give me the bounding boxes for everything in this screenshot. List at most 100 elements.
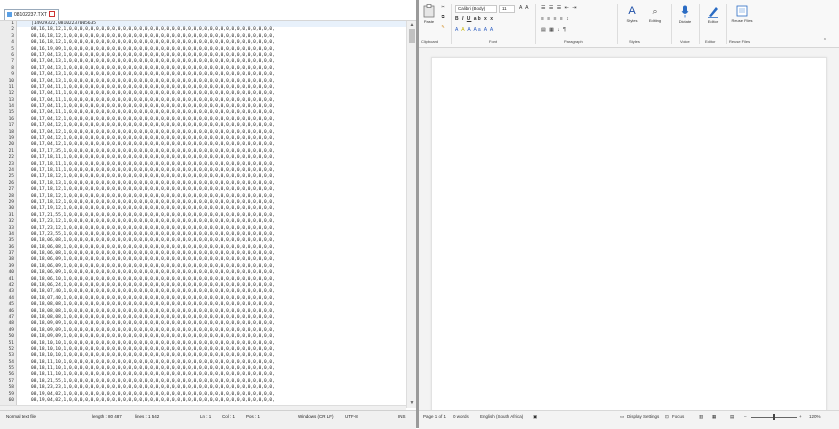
- scroll-up-icon[interactable]: ▲: [409, 22, 415, 28]
- voice-group-label: Voice: [680, 39, 690, 44]
- line-values: 1,0,0,0,0,0,0,0,0,0,0,0,0,0,0,0,0,0,0,0,…: [63, 314, 275, 320]
- editor-button[interactable]: Editor: [703, 5, 723, 24]
- focus-icon[interactable]: ⊡: [665, 411, 669, 423]
- line-timestamp: 08,18,09,09: [31, 321, 61, 327]
- line-timestamp: 08,17,18,12: [31, 193, 61, 199]
- editing-button[interactable]: ⌕ Editing: [645, 5, 665, 23]
- line-timestamp: 08,18,06,09: [31, 270, 61, 276]
- clipboard-group-label: Clipboard: [421, 39, 439, 44]
- microphone-icon: [681, 5, 689, 18]
- line-values: 1,0,0,0,0,0,0,0,0,0,0,0,0,0,0,0,0,0,0,0,…: [63, 206, 275, 212]
- line-timestamp: 08,17,18,11: [31, 167, 61, 173]
- line-number: 60: [8, 398, 14, 404]
- line-timestamp: 08,17,18,13: [31, 180, 61, 186]
- display-settings[interactable]: Display Settings: [627, 411, 659, 423]
- line-timestamp: 08,19,04,02: [31, 391, 61, 397]
- insert-mode: INS: [398, 414, 406, 419]
- line-values: 1,0,0,0,0,0,0,0,0,0,0,0,0,0,0,0,0,0,0,0,…: [63, 327, 275, 333]
- line-values: 1,0,0,0,0,0,0,0,0,0,0,0,0,0,0,0,0,0,0,0,…: [63, 116, 275, 122]
- line-timestamp: 08,18,07,40: [31, 289, 61, 295]
- line-values: 1,0,0,0,0,0,0,0,0,0,0,0,0,0,0,0,0,0,0,0,…: [63, 225, 275, 231]
- line-values: 1,0,0,0,0,0,0,0,0,0,0,0,0,0,0,0,0,0,0,0,…: [63, 46, 275, 52]
- align-buttons[interactable]: ≡ ≡ ≡ ≡ ↕: [541, 16, 570, 22]
- group-separator: [451, 4, 452, 44]
- line-timestamp: 08,18,06,08: [31, 244, 61, 250]
- font-name-box[interactable]: Calibri (Body): [455, 5, 497, 13]
- web-layout-icon[interactable]: ▤: [730, 411, 734, 423]
- group-separator: [617, 4, 618, 44]
- zoom-out-icon[interactable]: –: [744, 411, 747, 423]
- proofing-icon[interactable]: ▣: [533, 411, 537, 423]
- reuse-files-button[interactable]: Reuse Files: [730, 5, 754, 23]
- line-values: 1,0,0,0,0,0,0,0,0,0,0,0,0,0,0,0,0,0,0,0,…: [63, 199, 275, 205]
- copy-button[interactable]: ⧉: [439, 14, 447, 19]
- shading-border-buttons[interactable]: ▤ ▦ ↓ ¶: [541, 27, 567, 33]
- line-values: 1,0,0,0,0,0,0,0,0,0,0,0,0,0,0,0,0,0,0,0,…: [63, 123, 275, 129]
- word-count[interactable]: 0 words: [453, 411, 469, 423]
- font-color-row[interactable]: A A A Aa A A: [455, 27, 494, 33]
- text-editor-area[interactable]: |14929322,08102237005635 08,16,18,12,1,0,…: [17, 21, 406, 405]
- copy-icon: ⧉: [441, 14, 445, 19]
- page-count[interactable]: Page 1 of 1: [423, 411, 446, 423]
- line-timestamp: 08,18,10,10: [31, 353, 61, 359]
- close-tab-icon[interactable]: [49, 10, 56, 17]
- font-group-label: Font: [489, 39, 498, 44]
- line-values: 1,0,0,0,0,0,0,0,0,0,0,0,0,0,0,0,0,0,0,0,…: [63, 340, 275, 346]
- grow-shrink-font[interactable]: A A: [519, 5, 530, 11]
- line-values: 1,0,0,0,0,0,0,0,0,0,0,0,0,0,0,0,0,0,0,0,…: [63, 295, 275, 301]
- pos-readout: Pos : 1: [246, 414, 261, 419]
- zoom-slider-knob[interactable]: [773, 414, 775, 420]
- font-size-box[interactable]: 11: [499, 5, 515, 13]
- text-line[interactable]: 08,19,04,02,1,0,0,0,0,0,0,0,0,0,0,0,0,0,…: [17, 398, 406, 404]
- list-buttons[interactable]: ☰ ☰ ☰ ⇤ ⇥: [541, 5, 577, 11]
- line-values: 1,0,0,0,0,0,0,0,0,0,0,0,0,0,0,0,0,0,0,0,…: [63, 97, 275, 103]
- editor-label: Editor: [707, 19, 719, 24]
- line-timestamp: 08,17,18,12: [31, 174, 61, 180]
- word-status-bar: Page 1 of 1 0 words English (South Afric…: [419, 410, 839, 429]
- tab-bar: 08102237.TXT: [0, 0, 416, 21]
- line-timestamp: 08,17,04,11: [31, 91, 61, 97]
- line-timestamp: 08,16,19,09: [31, 46, 61, 52]
- line-timestamp: 08,17,04,11: [31, 110, 61, 116]
- focus-label[interactable]: Focus: [672, 411, 684, 423]
- line-timestamp: 08,18,06,09: [31, 257, 61, 263]
- zoom-level[interactable]: 120%: [809, 411, 821, 423]
- line-timestamp: 08,17,18,11: [31, 155, 61, 161]
- collapse-ribbon-icon[interactable]: ⌃: [821, 38, 829, 44]
- scissors-icon: ✂: [441, 4, 445, 9]
- line-timestamp: 08,17,04,13: [31, 59, 61, 65]
- group-separator: [726, 4, 727, 44]
- dictate-button[interactable]: Dictate: [675, 5, 695, 24]
- paste-button[interactable]: Paste: [422, 4, 436, 24]
- styles-button[interactable]: A Styles: [623, 5, 641, 23]
- display-settings-icon[interactable]: ▭: [620, 411, 624, 423]
- line-values: 1,0,0,0,0,0,0,0,0,0,0,0,0,0,0,0,0,0,0,0,…: [63, 129, 275, 135]
- zoom-in-icon[interactable]: +: [799, 411, 802, 423]
- scroll-down-icon[interactable]: ▼: [409, 400, 415, 406]
- line-timestamp: 08,18,06,24: [31, 283, 61, 289]
- print-layout-icon[interactable]: ▦: [712, 411, 716, 423]
- eol-format[interactable]: Windows (CR LF): [298, 411, 334, 423]
- read-mode-icon[interactable]: ▥: [699, 411, 703, 423]
- ln-readout: Ln : 1: [200, 414, 212, 419]
- language[interactable]: English (South Africa): [480, 411, 523, 423]
- line-values: 1,0,0,0,0,0,0,0,0,0,0,0,0,0,0,0,0,0,0,0,…: [63, 40, 275, 46]
- line-timestamp: 08,17,04,12: [31, 136, 61, 142]
- line-values: 1,0,0,0,0,0,0,0,0,0,0,0,0,0,0,0,0,0,0,0,…: [63, 270, 275, 276]
- document-page[interactable]: [431, 57, 827, 412]
- line-timestamp: 08,18,06,08: [31, 238, 61, 244]
- encoding[interactable]: UTF-8: [345, 411, 358, 423]
- line-values: 1,0,0,0,0,0,0,0,0,0,0,0,0,0,0,0,0,0,0,0,…: [63, 110, 275, 116]
- file-icon: [7, 11, 12, 17]
- line-values: 1,0,0,0,0,0,0,0,0,0,0,0,0,0,0,0,0,0,0,0,…: [63, 238, 275, 244]
- cut-button[interactable]: ✂: [439, 4, 447, 9]
- line-timestamp: 08,18,08,08: [31, 314, 61, 320]
- text-format-row[interactable]: B I U ab x x: [455, 16, 494, 22]
- word-window: Paste ✂ ⧉ ✎ Clipboard Calibri (Body) 11 …: [419, 0, 839, 429]
- scrollbar-thumb[interactable]: [409, 29, 415, 43]
- line-values: 1,0,0,0,0,0,0,0,0,0,0,0,0,0,0,0,0,0,0,0,…: [63, 321, 275, 327]
- line-timestamp: 08,18,11,10: [31, 359, 61, 365]
- format-painter-button[interactable]: ✎: [439, 24, 447, 29]
- file-tab[interactable]: 08102237.TXT: [4, 9, 60, 20]
- line-values: 1,0,0,0,0,0,0,0,0,0,0,0,0,0,0,0,0,0,0,0,…: [63, 78, 275, 84]
